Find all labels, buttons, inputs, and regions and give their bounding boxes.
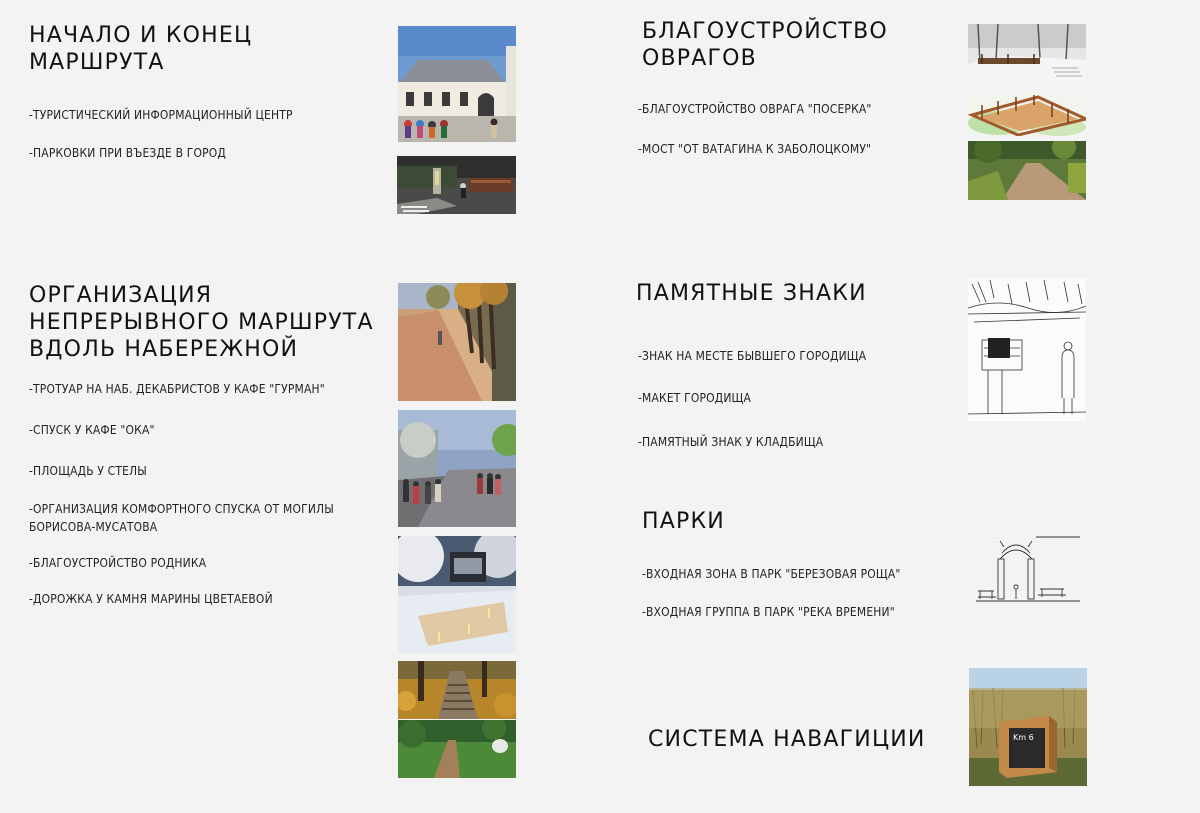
photo-info-center bbox=[398, 26, 516, 142]
list-item: БОРИСОВА-МУСАТОВА bbox=[29, 519, 158, 534]
list-item: -БЛАГОУСТРОЙСТВО РОДНИКА bbox=[29, 555, 207, 570]
heading-navigation-text: СИСТЕМА НАВАГИЦИИ bbox=[648, 727, 926, 752]
list-item: -БЛАГОУСТРОЙСТВО ОВРАГА "ПОСЕРКА" bbox=[638, 101, 872, 116]
list-item: -ЗНАК НА МЕСТЕ БЫВШЕГО ГОРОДИЩА bbox=[638, 348, 867, 363]
heading-start-line2: МАРШРУТА bbox=[29, 50, 165, 75]
photo-ravine-path bbox=[968, 141, 1086, 200]
heading-parks: ПАРКИ bbox=[642, 508, 725, 535]
sketch-park-gate bbox=[976, 535, 1082, 605]
list-item: -ОРГАНИЗАЦИЯ КОМФОРТНОГО СПУСКА ОТ МОГИЛ… bbox=[29, 501, 334, 516]
photo-parking bbox=[397, 156, 516, 214]
heading-continuous-line2: НЕПРЕРЫВНОГО МАРШРУТА bbox=[29, 310, 374, 335]
heading-continuous-line1: ОРГАНИЗАЦИЯ bbox=[29, 283, 213, 308]
heading-ravines-line1: БЛАГОУСТРОЙСТВО bbox=[642, 19, 888, 44]
list-item: -ПАМЯТНЫЙ ЗНАК У КЛАДБИЩА bbox=[638, 434, 824, 449]
photo-autumn-steps bbox=[398, 661, 516, 719]
list-item: -ВХОДНАЯ ГРУППА В ПАРК "РЕКА ВРЕМЕНИ" bbox=[642, 604, 895, 619]
heading-memorial: ПАМЯТНЫЕ ЗНАКИ bbox=[636, 280, 867, 307]
list-item: -ВХОДНАЯ ЗОНА В ПАРК "БЕРЕЗОВАЯ РОЩА" bbox=[642, 566, 901, 581]
list-item: -ДОРОЖКА У КАМНЯ МАРИНЫ ЦВЕТАЕВОЙ bbox=[29, 591, 273, 606]
list-item: -ТУРИСТИЧЕСКИЙ ИНФОРМАЦИОННЫЙ ЦЕНТР bbox=[29, 107, 293, 122]
photo-descent-oka bbox=[398, 410, 516, 527]
heading-start-line1: НАЧАЛО И КОНЕЦ bbox=[29, 23, 253, 48]
list-item: -МОСТ "ОТ ВАТАГИНА К ЗАБОЛОЦКОМУ" bbox=[638, 141, 872, 156]
sketch-memorial-sign bbox=[968, 278, 1086, 421]
photo-spring bbox=[398, 536, 516, 653]
heading-ravines-line2: ОВРАГОВ bbox=[642, 46, 757, 71]
list-item: -ТРОТУАР НА НАБ. ДЕКАБРИСТОВ У КАФЕ "ГУР… bbox=[29, 381, 325, 396]
heading-navigation: СИСТЕМА НАВАГИЦИИ bbox=[648, 726, 926, 753]
list-item: -ПАРКОВКИ ПРИ ВЪЕЗДЕ В ГОРОД bbox=[29, 145, 226, 160]
list-item: -МАКЕТ ГОРОДИЩА bbox=[638, 390, 752, 405]
heading-continuous-line3: ВДОЛЬ НАБЕРЕЖНОЙ bbox=[29, 337, 299, 362]
photo-path-stone bbox=[398, 720, 516, 778]
heading-start: НАЧАЛО И КОНЕЦ МАРШРУТА bbox=[29, 22, 252, 76]
heading-continuous: ОРГАНИЗАЦИЯ НЕПРЕРЫВНОГО МАРШРУТА ВДОЛЬ … bbox=[29, 282, 374, 363]
photo-winter-ravine bbox=[968, 24, 1086, 82]
list-item: -ПЛОЩАДЬ У СТЕЛЫ bbox=[29, 463, 147, 478]
sign-text: Km 6 bbox=[1013, 733, 1034, 742]
heading-parks-text: ПАРКИ bbox=[642, 509, 725, 534]
photo-sidewalk bbox=[398, 283, 516, 401]
list-item: -СПУСК У КАФЕ "ОКА" bbox=[29, 422, 155, 437]
render-ravine-bridge bbox=[968, 93, 1086, 136]
heading-memorial-text: ПАМЯТНЫЕ ЗНАКИ bbox=[636, 281, 867, 306]
heading-ravines: БЛАГОУСТРОЙСТВО ОВРАГОВ bbox=[642, 18, 888, 72]
photo-navigation-sign: Km 6 bbox=[969, 668, 1087, 786]
